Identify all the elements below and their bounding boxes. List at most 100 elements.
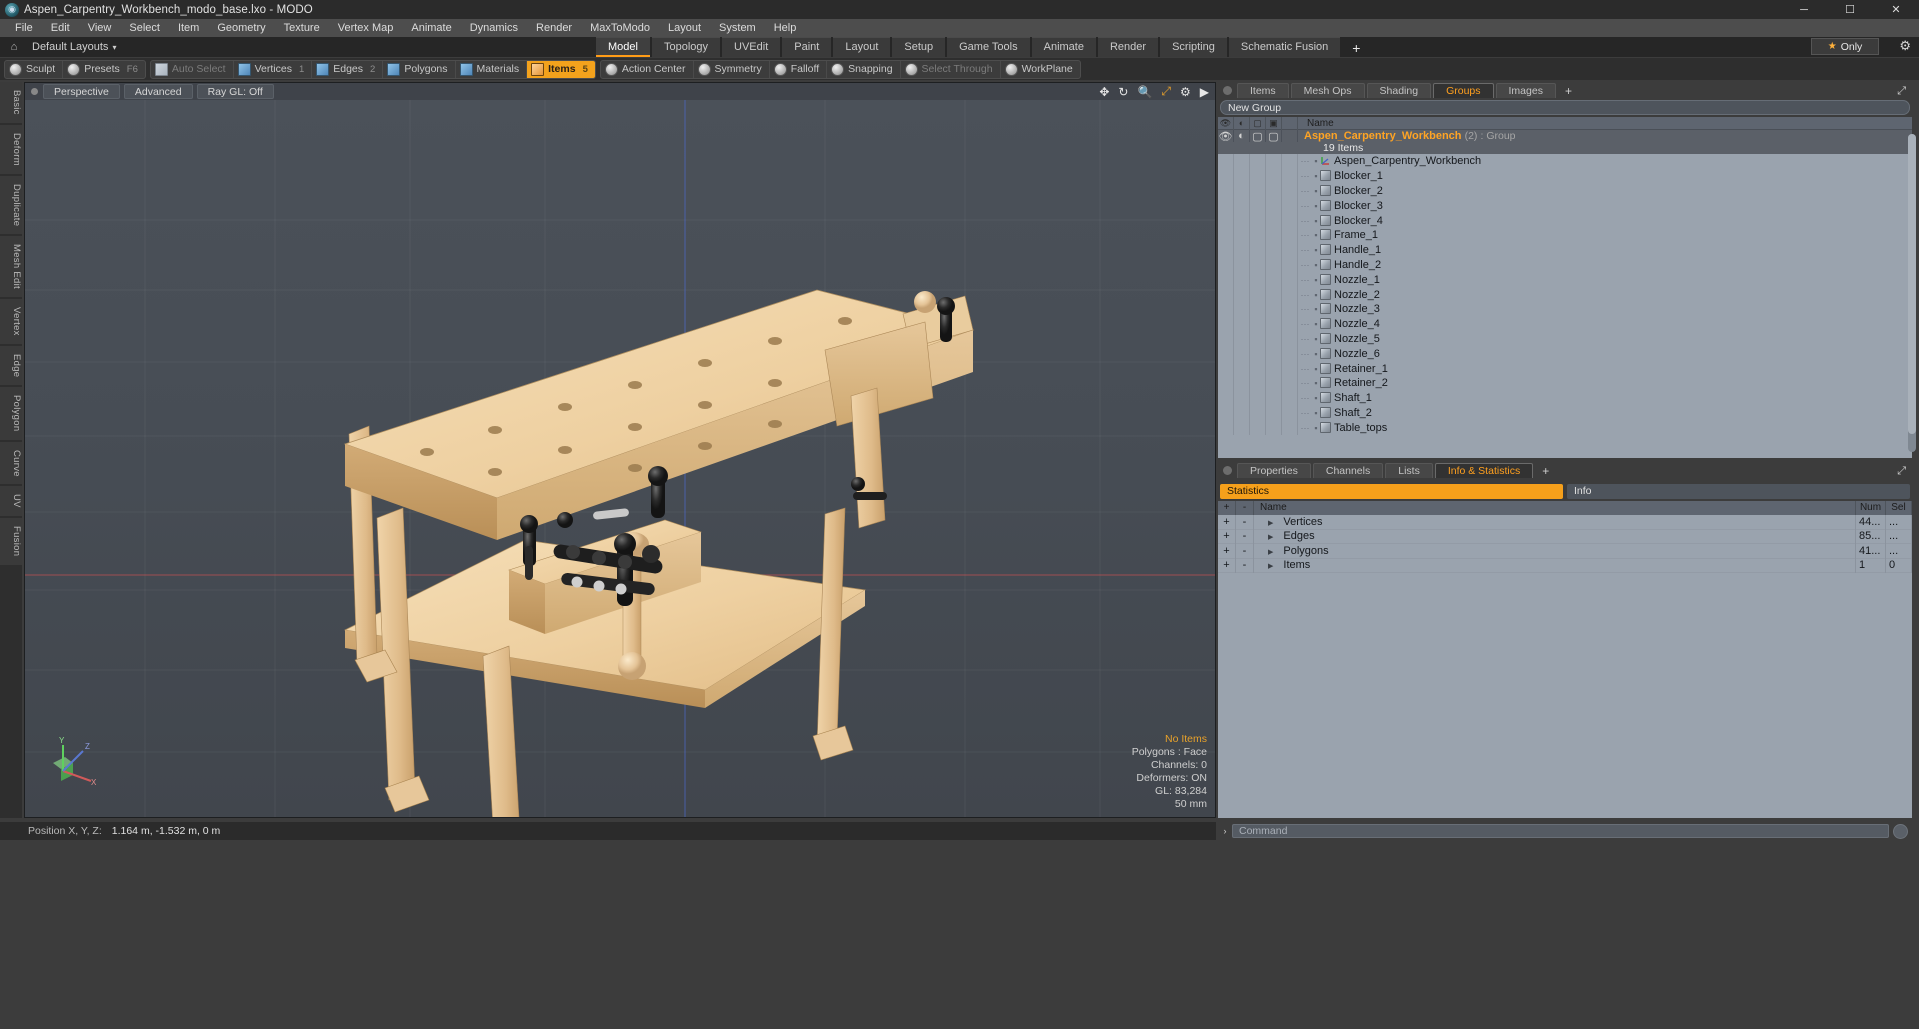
item-toggle-1[interactable] xyxy=(1234,213,1250,228)
item-toggle-3[interactable] xyxy=(1266,168,1282,184)
item-toggle-0[interactable] xyxy=(1218,361,1234,376)
menu-item-item[interactable]: Item xyxy=(169,19,208,37)
item-toggle-0[interactable] xyxy=(1218,301,1234,317)
chevron-right-icon[interactable]: ▶ xyxy=(1268,534,1273,541)
menu-item-texture[interactable]: Texture xyxy=(275,19,329,37)
item-toggle-3[interactable] xyxy=(1266,257,1282,273)
item-toggle-2[interactable] xyxy=(1250,390,1266,406)
item-toggle-0[interactable] xyxy=(1218,390,1234,406)
item-toggle-4[interactable] xyxy=(1282,301,1298,317)
tree-node-icon[interactable]: ▪ xyxy=(1312,201,1320,211)
stat-minus-button[interactable]: - xyxy=(1236,529,1254,544)
toolbar-button-action-center[interactable]: Action Center xyxy=(601,60,694,78)
item-toggle-4[interactable] xyxy=(1282,390,1298,406)
home-icon[interactable]: ⌂ xyxy=(4,41,24,53)
tree-node-icon[interactable]: ▪ xyxy=(1312,186,1320,196)
item-toggle-2[interactable] xyxy=(1250,361,1266,376)
item-toggle-4[interactable] xyxy=(1282,213,1298,228)
item-toggle-1[interactable] xyxy=(1234,420,1250,436)
menu-item-select[interactable]: Select xyxy=(120,19,169,37)
item-row[interactable]: ··· ▪ Blocker_4 xyxy=(1218,213,1912,228)
menu-item-animate[interactable]: Animate xyxy=(402,19,460,37)
viewport-tab-perspective[interactable]: Perspective xyxy=(43,84,120,99)
chevron-right-icon[interactable]: › xyxy=(1218,826,1232,836)
item-toggle-2[interactable] xyxy=(1250,287,1266,302)
item-toggle-0[interactable] xyxy=(1218,168,1234,184)
left-tab-basic[interactable]: Basic xyxy=(0,82,22,123)
right-panel-tab-shading[interactable]: Shading xyxy=(1366,83,1432,98)
statistics-subtab[interactable]: Statistics xyxy=(1220,484,1563,499)
viewport-3d[interactable]: Perspective Advanced Ray GL: Off Y X Z N… xyxy=(24,82,1216,818)
item-toggle-4[interactable] xyxy=(1282,316,1298,332)
stat-plus-button[interactable]: + xyxy=(1218,529,1236,544)
chevron-right-icon[interactable]: ▶ xyxy=(1268,520,1273,527)
left-tab-polygon[interactable]: Polygon xyxy=(0,387,22,440)
item-toggle-2[interactable] xyxy=(1250,257,1266,273)
bottom-panel-tab-properties[interactable]: Properties xyxy=(1237,463,1311,478)
tree-node-icon[interactable]: ▪ xyxy=(1312,245,1320,255)
item-row[interactable]: ··· ▪ Shaft_2 xyxy=(1218,405,1912,421)
stat-minus-button[interactable]: - xyxy=(1236,543,1254,559)
layout-tab-scripting[interactable]: Scripting xyxy=(1160,37,1227,57)
viewport-menu-dot-icon[interactable] xyxy=(31,88,38,95)
layout-tab-setup[interactable]: Setup xyxy=(892,37,946,57)
tree-node-icon[interactable]: ▪ xyxy=(1312,275,1320,285)
left-tab-vertex[interactable]: Vertex xyxy=(0,298,22,344)
item-toggle-4[interactable] xyxy=(1282,198,1298,214)
right-panel-tab-mesh-ops[interactable]: Mesh Ops xyxy=(1290,83,1365,98)
item-toggle-4[interactable] xyxy=(1282,227,1298,243)
close-button[interactable]: ✕ xyxy=(1873,0,1919,19)
right-panel-tab-items[interactable]: Items xyxy=(1237,83,1289,98)
item-toggle-0[interactable] xyxy=(1218,346,1234,362)
maximize-button[interactable]: ☐ xyxy=(1827,0,1873,19)
item-toggle-0[interactable] xyxy=(1218,213,1234,228)
stat-plus-button[interactable]: + xyxy=(1218,543,1236,559)
left-tab-uv[interactable]: UV xyxy=(0,486,22,517)
bottom-panel-add-tab-button[interactable]: + xyxy=(1535,464,1556,478)
toolbar-button-materials[interactable]: Materials xyxy=(456,60,528,78)
item-toggle-3[interactable] xyxy=(1266,375,1282,391)
toolbar-button-vertices[interactable]: Vertices 1 xyxy=(234,60,313,78)
move-icon[interactable]: ✥ xyxy=(1099,85,1109,99)
item-toggle-2[interactable] xyxy=(1250,227,1266,243)
item-toggle-4[interactable] xyxy=(1282,168,1298,184)
statistics-row[interactable]: + - ▶ Vertices 44...... xyxy=(1218,514,1912,530)
item-toggle-1[interactable] xyxy=(1234,154,1250,169)
item-toggle-2[interactable] xyxy=(1250,301,1266,317)
stat-plus-button[interactable]: + xyxy=(1218,514,1236,530)
group-eye-toggle[interactable]: 👁 xyxy=(1218,130,1234,143)
item-list[interactable]: 👁 ◐ ▢ ▢ Aspen_Carpentry_Workbench (2) : … xyxy=(1218,130,1912,458)
right-panel-tab-images[interactable]: Images xyxy=(1495,83,1556,98)
item-row[interactable]: ··· ▪ Nozzle_4 xyxy=(1218,316,1912,332)
layout-tab-model[interactable]: Model xyxy=(596,37,650,57)
info-subtab[interactable]: Info xyxy=(1567,484,1910,499)
item-toggle-3[interactable] xyxy=(1266,301,1282,317)
tree-node-icon[interactable]: ▪ xyxy=(1312,349,1320,359)
item-list-scrollbar[interactable] xyxy=(1908,134,1916,452)
stat-plus-button[interactable]: + xyxy=(1218,558,1236,573)
left-tab-fusion[interactable]: Fusion xyxy=(0,518,22,565)
menu-item-maxtomodo[interactable]: MaxToModo xyxy=(581,19,659,37)
item-toggle-3[interactable] xyxy=(1266,242,1282,258)
tree-node-icon[interactable]: ▪ xyxy=(1312,393,1320,403)
right-panel-add-tab-button[interactable]: + xyxy=(1558,84,1579,98)
item-toggle-0[interactable] xyxy=(1218,154,1234,169)
rotate-icon[interactable]: ↻ xyxy=(1118,85,1128,99)
item-toggle-1[interactable] xyxy=(1234,375,1250,391)
item-toggle-3[interactable] xyxy=(1266,346,1282,362)
item-toggle-4[interactable] xyxy=(1282,287,1298,302)
item-toggle-1[interactable] xyxy=(1234,168,1250,184)
statistics-row[interactable]: + - ▶ Edges 85...... xyxy=(1218,529,1912,545)
toolbar-button-workplane[interactable]: WorkPlane xyxy=(1001,61,1080,78)
stat-minus-button[interactable]: - xyxy=(1236,514,1254,530)
item-row[interactable]: ··· ▪ Nozzle_1 xyxy=(1218,272,1912,288)
item-toggle-4[interactable] xyxy=(1282,331,1298,347)
left-tab-mesh-edit[interactable]: Mesh Edit xyxy=(0,236,22,297)
item-toggle-1[interactable] xyxy=(1234,272,1250,288)
toolbar-button-edges[interactable]: Edges 2 xyxy=(312,60,384,78)
scrollbar-thumb[interactable] xyxy=(1908,134,1916,434)
tree-node-icon[interactable]: ▪ xyxy=(1312,156,1320,166)
item-row[interactable]: ··· ▪ Nozzle_6 xyxy=(1218,346,1912,362)
item-row[interactable]: ··· ▪ Blocker_2 xyxy=(1218,183,1912,199)
layout-tab-layout[interactable]: Layout xyxy=(833,37,891,57)
